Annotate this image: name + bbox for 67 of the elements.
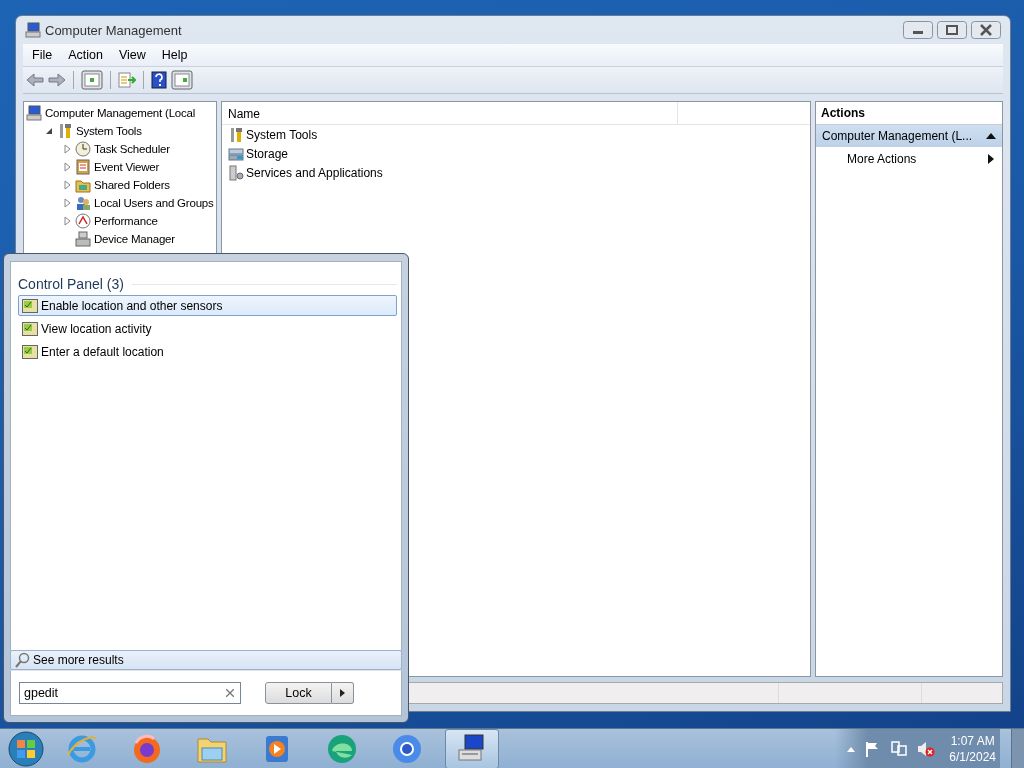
lock-button[interactable]: Lock xyxy=(265,682,332,704)
control-panel-icon xyxy=(22,298,38,313)
action-link[interactable]: More Actions xyxy=(816,147,1002,170)
log-icon xyxy=(75,159,91,175)
close-button[interactable] xyxy=(971,21,1001,39)
clear-icon[interactable] xyxy=(226,689,234,697)
export-list-icon[interactable] xyxy=(118,71,136,89)
network-icon[interactable] xyxy=(891,741,908,757)
submenu-arrow-icon xyxy=(988,154,994,164)
tree-item[interactable]: Computer Management (Local xyxy=(45,107,196,119)
menu-item[interactable]: Help xyxy=(154,46,195,64)
control-panel-icon xyxy=(22,321,38,336)
tree-item[interactable]: Event Viewer xyxy=(94,161,160,173)
see-more-results[interactable]: See more results xyxy=(10,650,402,670)
list-item[interactable]: Storage xyxy=(246,146,289,161)
window-title: Computer Management xyxy=(45,22,182,38)
clock-icon xyxy=(75,141,91,157)
maximize-button[interactable] xyxy=(937,21,967,39)
panel-toggle-icon[interactable] xyxy=(81,70,103,90)
help-icon[interactable] xyxy=(151,71,167,89)
collapsed-arrow-icon[interactable] xyxy=(62,162,72,172)
list-item[interactable]: System Tools xyxy=(246,127,318,142)
taskbar-button[interactable] xyxy=(445,729,499,768)
services-icon xyxy=(228,164,244,181)
arrow-icon xyxy=(340,689,345,697)
search-result[interactable]: Enable location and other sensors xyxy=(18,295,397,316)
tree-item[interactable]: Performance xyxy=(94,215,158,227)
tree-item[interactable]: Local Users and Groups xyxy=(94,197,214,209)
menu-item[interactable]: Action xyxy=(61,46,110,64)
chevron-up-icon[interactable] xyxy=(847,746,856,752)
control-panel-icon xyxy=(22,344,38,359)
speaker-muted-icon[interactable] xyxy=(917,741,936,757)
collapsed-arrow-icon[interactable] xyxy=(62,180,72,190)
search-field[interactable]: gpedit xyxy=(19,682,241,704)
menu-item[interactable]: View xyxy=(111,46,153,64)
start-orb-icon[interactable] xyxy=(8,731,44,767)
tree-item[interactable]: Device Manager xyxy=(94,233,175,245)
tree-item[interactable]: Task Scheduler xyxy=(94,143,170,155)
gauge-icon xyxy=(75,213,91,229)
users-icon xyxy=(75,195,91,211)
actions-section-header[interactable]: Computer Management (L... xyxy=(816,125,1002,147)
storage-icon xyxy=(228,145,244,162)
menu-item[interactable]: File xyxy=(25,46,60,64)
search-result[interactable]: Enter a default location xyxy=(18,341,397,362)
forward-icon[interactable] xyxy=(48,72,66,88)
column-header[interactable]: Name xyxy=(222,102,678,124)
group-heading: Control Panel (3) xyxy=(18,276,124,292)
browser-icon[interactable] xyxy=(391,733,423,765)
collapsed-arrow-icon[interactable] xyxy=(62,216,72,226)
minimize-button[interactable] xyxy=(903,21,933,39)
computer-icon xyxy=(25,22,41,38)
search-icon xyxy=(14,652,30,668)
power-options-button[interactable] xyxy=(332,682,354,704)
device-icon xyxy=(75,231,91,247)
browser-icon[interactable] xyxy=(131,733,163,765)
tools-icon xyxy=(57,123,73,139)
search-result[interactable]: View location activity xyxy=(18,318,397,339)
back-icon[interactable] xyxy=(26,72,44,88)
collapsed-arrow-icon[interactable] xyxy=(62,198,72,208)
expanded-arrow-icon[interactable] xyxy=(44,126,54,136)
tree-item[interactable]: Shared Folders xyxy=(94,179,170,191)
list-item[interactable]: Services and Applications xyxy=(246,165,383,180)
tools-icon xyxy=(228,126,244,143)
computer-icon xyxy=(26,105,42,121)
collapsed-arrow-icon[interactable] xyxy=(62,144,72,154)
folder-icon xyxy=(75,177,91,193)
tree-item[interactable]: System Tools xyxy=(76,125,142,137)
